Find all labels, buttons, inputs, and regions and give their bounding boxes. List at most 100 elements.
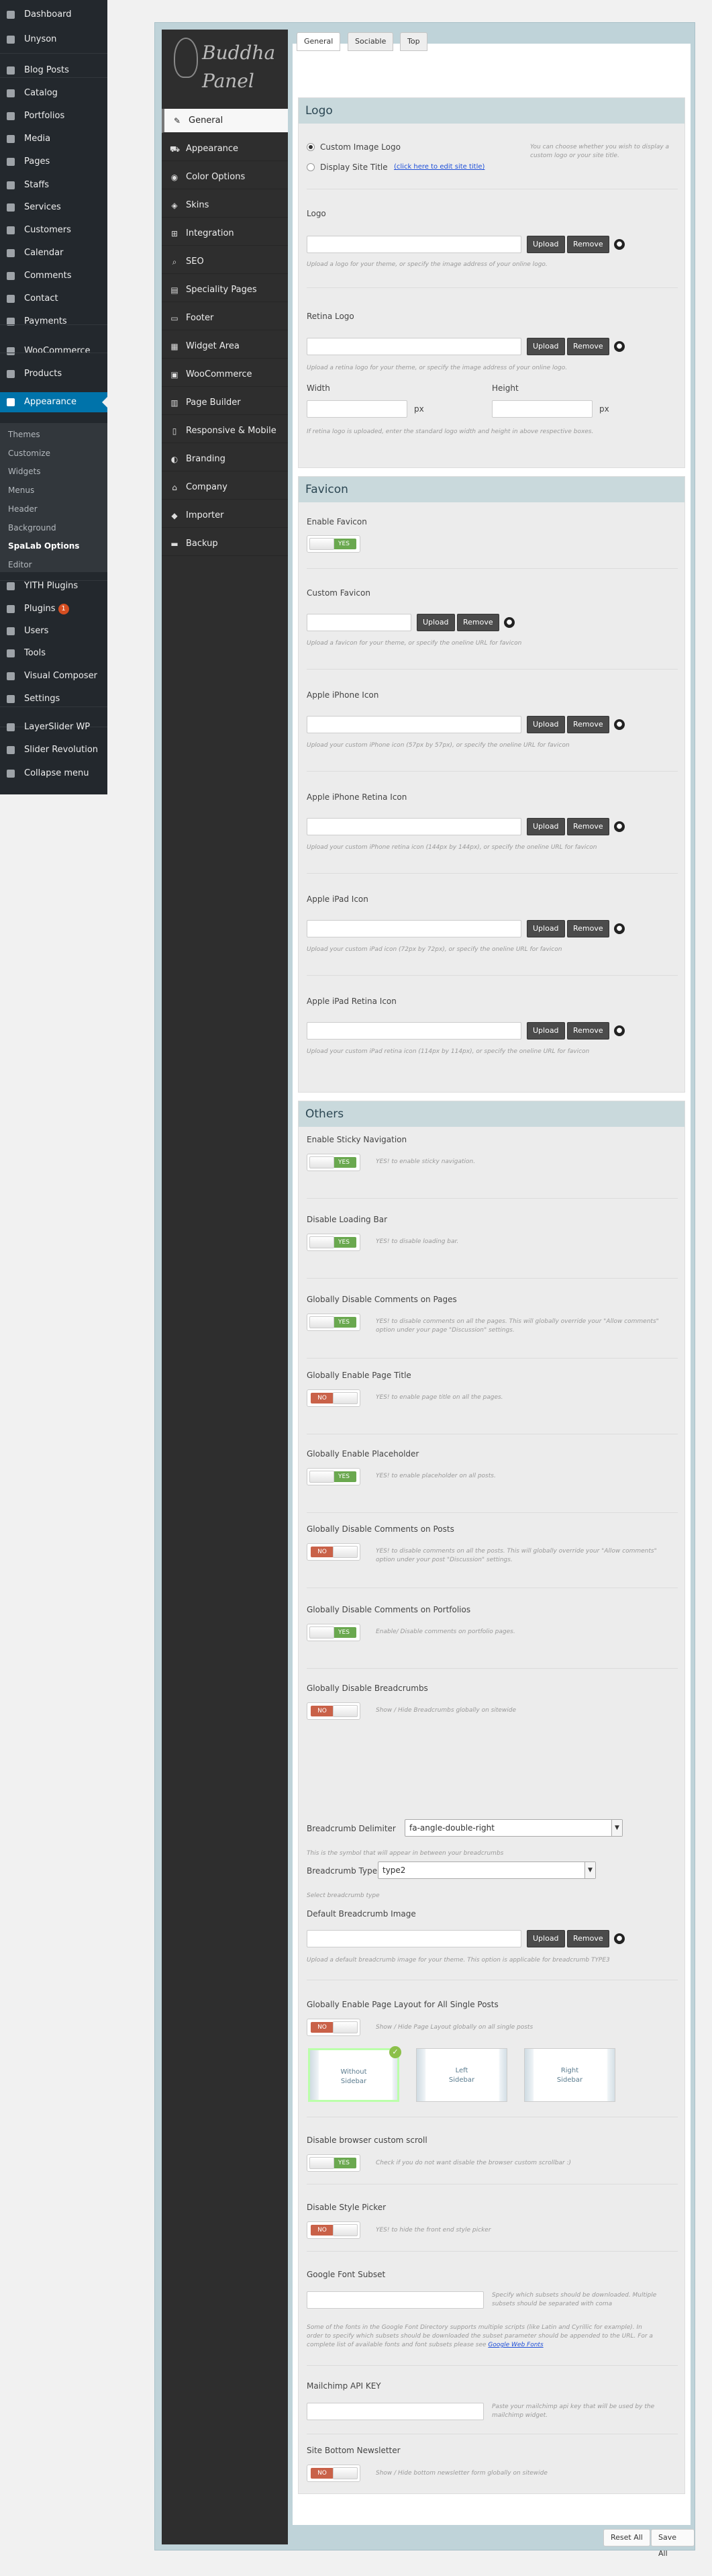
upload-button[interactable]: Upload [527,338,565,355]
wp-submenu-item[interactable]: SpaLab Options [8,537,79,555]
wp-menu-item[interactable]: Dashboard [0,5,107,25]
logo-width-input[interactable] [307,400,407,418]
favicon-url-input[interactable] [307,1022,521,1040]
wp-menu-item[interactable]: Collapse menu [0,764,107,784]
wp-menu-item[interactable]: Services [0,197,107,218]
panel-nav-item[interactable]: ✎ General [162,109,288,133]
panel-nav-item[interactable]: ▭ Footer [162,306,288,330]
remove-button[interactable]: Remove [567,1022,609,1040]
wp-menu-item[interactable]: Unyson [0,30,107,50]
page-layout-toggle[interactable]: NO [307,2019,360,2036]
favicon-url-input[interactable] [307,716,521,733]
upload-button[interactable]: Upload [527,236,565,253]
option-toggle[interactable]: YES [307,1624,360,1641]
mailchimp-api-key-input[interactable] [307,2403,484,2420]
panel-nav-item[interactable]: ▦ Widget Area [162,334,288,359]
logo-height-input[interactable] [492,400,593,418]
wp-submenu-item[interactable]: Background [8,519,56,537]
wp-menu-item[interactable]: Contact [0,289,107,309]
preview-icon[interactable]: ● [614,341,625,352]
panel-nav-item[interactable]: ▯ Responsive & Mobile [162,419,288,443]
panel-nav-item[interactable]: ▤ Speciality Pages [162,278,288,302]
wp-menu-item[interactable]: Appearance [0,392,107,412]
wp-submenu-item[interactable]: Editor [8,556,32,573]
option-toggle[interactable]: NO [307,1389,360,1407]
wp-submenu-item[interactable]: Widgets [8,463,41,480]
panel-nav-item[interactable]: ⛟ Appearance [162,137,288,161]
upload-button[interactable]: Upload [417,614,455,631]
preview-icon[interactable]: ● [614,1933,625,1944]
wp-submenu-item[interactable]: Customize [8,445,50,462]
wp-menu-item[interactable]: YITH Plugins [0,576,107,596]
favicon-url-input[interactable] [307,818,521,835]
wp-menu-item[interactable]: Catalog [0,83,107,103]
remove-button[interactable]: Remove [567,818,609,835]
option-toggle[interactable]: YES [307,1154,360,1171]
wp-menu-item[interactable]: Slider Revolution [0,740,107,760]
favicon-url-input[interactable] [307,614,411,631]
retina-logo-input[interactable] [307,338,521,355]
preview-icon[interactable]: ● [614,923,625,934]
wp-menu-item[interactable]: Calendar [0,243,107,263]
upload-button[interactable]: Upload [527,1930,565,1947]
layout-without-sidebar[interactable]: ✓ Without Sidebar [308,2046,401,2102]
remove-button[interactable]: Remove [567,338,609,355]
wp-menu-item[interactable]: LayerSlider WP [0,717,107,737]
panel-nav-item[interactable]: ▥ Page Builder [162,391,288,415]
breadcrumb-type-select[interactable]: type2 ▼ [378,1861,596,1879]
wp-menu-item[interactable]: Products [0,364,107,384]
tab-sociable[interactable]: Sociable [348,32,394,51]
remove-button[interactable]: Remove [567,1930,609,1947]
option-toggle[interactable]: YES [307,1234,360,1251]
breadcrumb-delimiter-select[interactable]: fa-angle-double-right ▼ [405,1819,623,1837]
newsletter-toggle[interactable]: NO [307,2465,360,2482]
google-web-fonts-link[interactable]: Google Web Fonts [488,2342,543,2348]
wp-submenu-item[interactable]: Themes [8,426,40,443]
reset-all-button[interactable]: Reset All [603,2529,650,2546]
upload-button[interactable]: Upload [527,818,565,835]
wp-menu-item[interactable]: Settings [0,689,107,709]
panel-nav-item[interactable]: ◉ Color Options [162,165,288,189]
option-toggle[interactable]: NO [307,1543,360,1561]
wp-menu-item[interactable]: Users [0,621,107,641]
upload-button[interactable]: Upload [527,716,565,733]
preview-icon[interactable]: ● [614,821,625,832]
panel-nav-item[interactable]: ⌂ Company [162,475,288,500]
preview-icon[interactable]: ● [614,719,625,730]
tab-general[interactable]: General [297,32,341,51]
wp-menu-item[interactable]: Visual Composer [0,666,107,686]
google-font-subset-input[interactable] [307,2291,484,2309]
wp-submenu-item[interactable]: Menus [8,481,34,499]
wp-menu-item[interactable]: WooCommerce [0,341,107,361]
panel-nav-item[interactable]: ▬ Backup [162,532,288,556]
custom-scroll-toggle[interactable]: YES [307,2154,360,2172]
wp-menu-item[interactable]: Customers [0,220,107,240]
option-toggle[interactable]: YES [307,1314,360,1331]
panel-nav-item[interactable]: ⊞ Integration [162,222,288,246]
panel-nav-item[interactable]: ◈ Skins [162,193,288,218]
panel-nav-item[interactable]: ⌕ SEO [162,250,288,274]
preview-icon[interactable]: ● [614,1025,625,1036]
wp-menu-item[interactable]: Comments [0,266,107,286]
wp-menu-item[interactable]: Payments [0,312,107,332]
option-toggle[interactable]: NO [307,1702,360,1720]
layout-right-sidebar[interactable]: Right Sidebar [524,2048,615,2102]
radio-custom-image-logo[interactable] [307,143,315,151]
tab-top[interactable]: Top [400,32,427,51]
wp-menu-item[interactable]: Plugins 1 [0,599,107,619]
preview-icon[interactable]: ● [504,617,515,628]
layout-left-sidebar[interactable]: Left Sidebar [416,2048,507,2102]
panel-nav-item[interactable]: ◐ Branding [162,447,288,471]
wp-menu-item[interactable]: Staffs [0,175,107,195]
breadcrumb-image-input[interactable] [307,1930,521,1947]
remove-button[interactable]: Remove [567,920,609,937]
style-picker-toggle[interactable]: NO [307,2221,360,2239]
edit-site-title-link[interactable]: (click here to edit site title) [394,163,485,171]
radio-display-site-title[interactable] [307,163,315,171]
preview-icon[interactable]: ● [614,239,625,250]
upload-button[interactable]: Upload [527,920,565,937]
save-all-button[interactable]: Save All [651,2529,695,2558]
panel-nav-item[interactable]: ▣ WooCommerce [162,363,288,387]
upload-button[interactable]: Upload [527,1022,565,1040]
logo-url-input[interactable] [307,236,521,253]
